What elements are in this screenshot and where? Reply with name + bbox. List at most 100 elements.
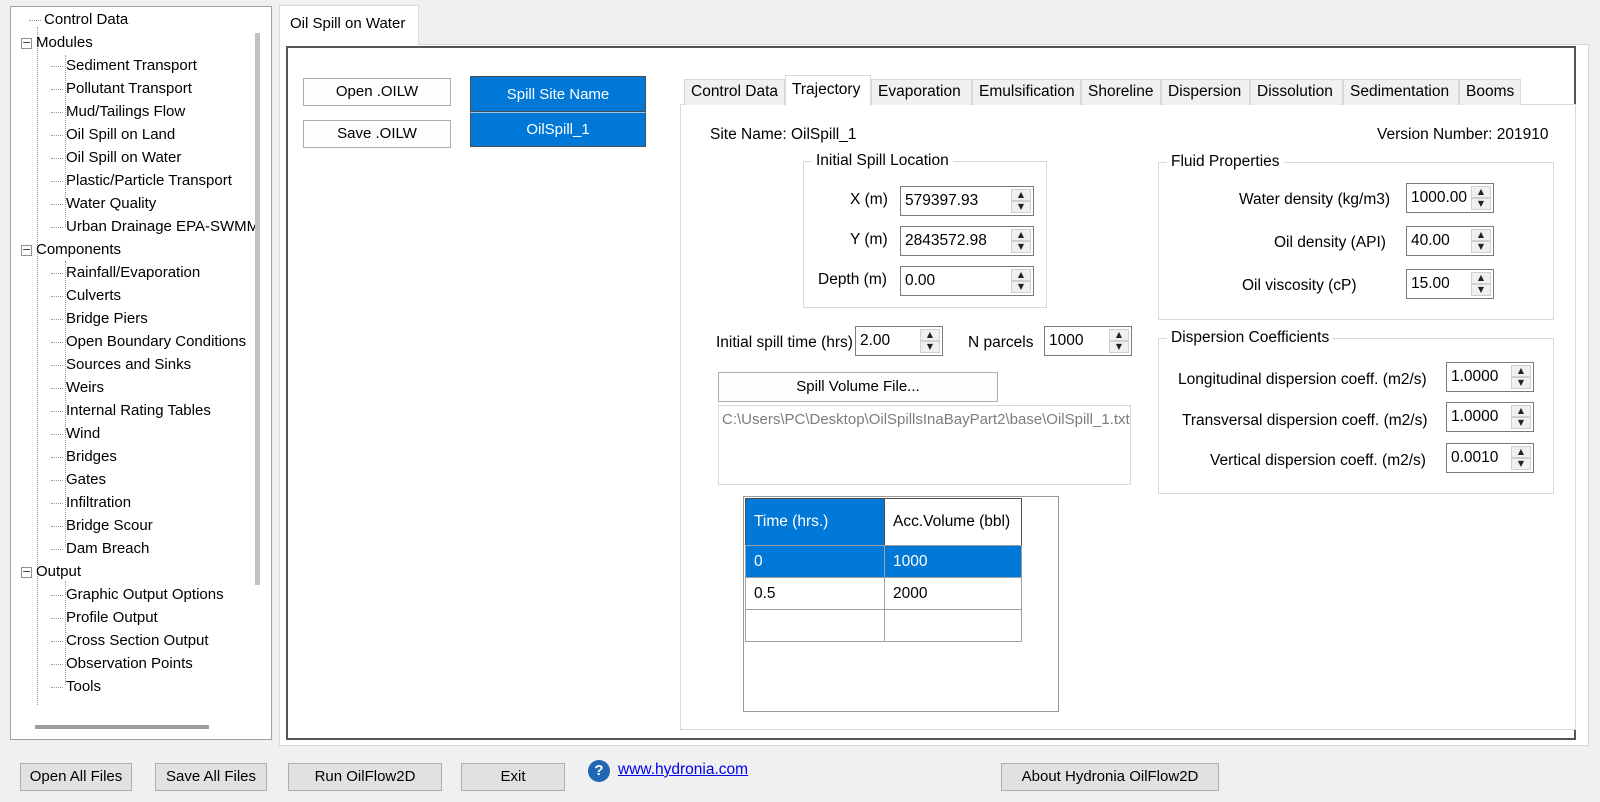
spin-down-icon[interactable]: ▼ (1011, 281, 1031, 293)
tab-evaporation[interactable]: Evaporation (871, 79, 972, 105)
open-all-files-button[interactable]: Open All Files (20, 763, 132, 791)
tab-sedimentation[interactable]: Sedimentation (1343, 79, 1459, 105)
exit-button[interactable]: Exit (461, 763, 565, 791)
tree-item-cross-section[interactable]: Cross Section Output (51, 630, 209, 652)
transversal-dispersion-spinbox[interactable]: ▲▼ (1446, 402, 1534, 432)
tree-item-plastic-particle[interactable]: Plastic/Particle Transport (51, 170, 232, 192)
vertical-dispersion-spinbox[interactable]: ▲▼ (1446, 443, 1534, 473)
tree-vertical-scrollbar[interactable] (255, 33, 260, 585)
spin-up-icon[interactable]: ▲ (1471, 229, 1491, 241)
oil-density-spinbox[interactable]: ▲▼ (1406, 226, 1494, 256)
n-parcels-input[interactable] (1045, 327, 1109, 355)
tree-node-output[interactable]: − Output (21, 561, 81, 583)
tree-item-pollutant-transport[interactable]: Pollutant Transport (51, 78, 192, 100)
tree-item-infiltration[interactable]: Infiltration (51, 492, 131, 514)
tree-item-urban-drainage[interactable]: Urban Drainage EPA-SWMM (51, 216, 259, 238)
vertical-dispersion-input[interactable] (1447, 444, 1511, 472)
column-header-volume[interactable]: Acc.Volume (bbl) (884, 498, 1022, 546)
depth-input[interactable] (901, 267, 1007, 295)
help-icon[interactable]: ? (588, 760, 610, 782)
tree-item-oil-spill-land[interactable]: Oil Spill on Land (51, 124, 175, 146)
tree-node-control-data[interactable]: Control Data (29, 9, 128, 31)
spin-down-icon[interactable]: ▼ (1011, 201, 1031, 213)
tab-shoreline[interactable]: Shoreline (1081, 79, 1161, 105)
tree-item-weirs[interactable]: Weirs (51, 377, 104, 399)
spin-down-icon[interactable]: ▼ (1471, 241, 1491, 253)
spin-down-icon[interactable]: ▼ (1511, 377, 1531, 389)
spin-up-icon[interactable]: ▲ (1511, 405, 1531, 417)
spin-up-icon[interactable]: ▲ (1011, 189, 1031, 201)
table-cell[interactable] (745, 609, 885, 642)
tree-item-rainfall[interactable]: Rainfall/Evaporation (51, 262, 200, 284)
tree-item-open-boundary[interactable]: Open Boundary Conditions (51, 331, 246, 353)
tree-item-bridge-piers[interactable]: Bridge Piers (51, 308, 148, 330)
x-spinbox[interactable]: ▲▼ (900, 186, 1034, 216)
table-cell[interactable]: 0 (745, 545, 885, 578)
tree-item-graphic-output[interactable]: Graphic Output Options (51, 584, 224, 606)
spill-site-row[interactable]: OilSpill_1 (470, 112, 646, 147)
y-input[interactable] (901, 227, 1007, 255)
water-density-input[interactable] (1407, 184, 1471, 212)
tree-item-sediment-transport[interactable]: Sediment Transport (51, 55, 197, 77)
tree-item-gates[interactable]: Gates (51, 469, 106, 491)
spin-up-icon[interactable]: ▲ (1511, 446, 1531, 458)
longitudinal-dispersion-input[interactable] (1447, 363, 1511, 391)
spin-up-icon[interactable]: ▲ (1471, 272, 1491, 284)
spill-volume-table[interactable]: Time (hrs.) Acc.Volume (bbl) 0 1000 0.5 … (743, 496, 1059, 712)
tab-control-data[interactable]: Control Data (684, 79, 785, 105)
collapse-icon[interactable]: − (21, 37, 32, 49)
longitudinal-dispersion-spinbox[interactable]: ▲▼ (1446, 362, 1534, 392)
spin-down-icon[interactable]: ▼ (1109, 341, 1129, 353)
n-parcels-spinbox[interactable]: ▲▼ (1044, 326, 1132, 356)
hydronia-website-link[interactable]: www.hydronia.com (618, 758, 748, 782)
spin-down-icon[interactable]: ▼ (1511, 458, 1531, 470)
tree-item-profile-output[interactable]: Profile Output (51, 607, 158, 629)
tab-dissolution[interactable]: Dissolution (1250, 79, 1343, 105)
save-oilw-button[interactable]: Save .OILW (303, 120, 451, 148)
oil-viscosity-input[interactable] (1407, 270, 1471, 298)
table-cell[interactable]: 2000 (884, 577, 1022, 610)
spin-down-icon[interactable]: ▼ (1511, 417, 1531, 429)
tree-item-dam-breach[interactable]: Dam Breach (51, 538, 149, 560)
tree-item-bridge-scour[interactable]: Bridge Scour (51, 515, 153, 537)
tree-item-oil-spill-water[interactable]: Oil Spill on Water (51, 147, 181, 169)
spin-down-icon[interactable]: ▼ (1471, 198, 1491, 210)
collapse-icon[interactable]: − (21, 244, 32, 256)
tree-item-bridges[interactable]: Bridges (51, 446, 117, 468)
tree-item-sources-sinks[interactable]: Sources and Sinks (51, 354, 191, 376)
depth-spinbox[interactable]: ▲▼ (900, 266, 1034, 296)
spin-down-icon[interactable]: ▼ (1471, 284, 1491, 296)
tree-node-modules[interactable]: − Modules (21, 32, 93, 54)
tree-item-rating-tables[interactable]: Internal Rating Tables (51, 400, 211, 422)
project-tree[interactable]: Control Data − Modules Sediment Transport… (10, 6, 272, 740)
spill-volume-file-button[interactable]: Spill Volume File... (718, 372, 998, 402)
y-spinbox[interactable]: ▲▼ (900, 226, 1034, 256)
transversal-dispersion-input[interactable] (1447, 403, 1511, 431)
tree-horizontal-scrollbar[interactable] (35, 725, 209, 729)
spill-time-spinbox[interactable]: ▲▼ (855, 326, 943, 356)
tree-item-observation-points[interactable]: Observation Points (51, 653, 193, 675)
open-oilw-button[interactable]: Open .OILW (303, 78, 451, 106)
tab-dispersion[interactable]: Dispersion (1161, 79, 1250, 105)
tree-item-mud-tailings-flow[interactable]: Mud/Tailings Flow (51, 101, 185, 123)
spin-up-icon[interactable]: ▲ (1011, 269, 1031, 281)
tree-item-culverts[interactable]: Culverts (51, 285, 121, 307)
water-density-spinbox[interactable]: ▲▼ (1406, 183, 1494, 213)
tree-item-water-quality[interactable]: Water Quality (51, 193, 156, 215)
spin-up-icon[interactable]: ▲ (1471, 186, 1491, 198)
oil-viscosity-spinbox[interactable]: ▲▼ (1406, 269, 1494, 299)
column-header-time[interactable]: Time (hrs.) (745, 498, 885, 546)
spin-down-icon[interactable]: ▼ (1011, 241, 1031, 253)
run-oilflow2d-button[interactable]: Run OilFlow2D (288, 763, 442, 791)
spill-site-header[interactable]: Spill Site Name (470, 76, 646, 112)
spin-up-icon[interactable]: ▲ (1511, 365, 1531, 377)
tab-emulsification[interactable]: Emulsification (972, 79, 1081, 105)
spill-time-input[interactable] (856, 327, 920, 355)
tab-booms[interactable]: Booms (1459, 79, 1521, 105)
collapse-icon[interactable]: − (21, 566, 32, 578)
x-input[interactable] (901, 187, 1007, 215)
spin-up-icon[interactable]: ▲ (1011, 229, 1031, 241)
table-cell[interactable] (884, 609, 1022, 642)
spin-up-icon[interactable]: ▲ (1109, 329, 1129, 341)
spin-up-icon[interactable]: ▲ (920, 329, 940, 341)
